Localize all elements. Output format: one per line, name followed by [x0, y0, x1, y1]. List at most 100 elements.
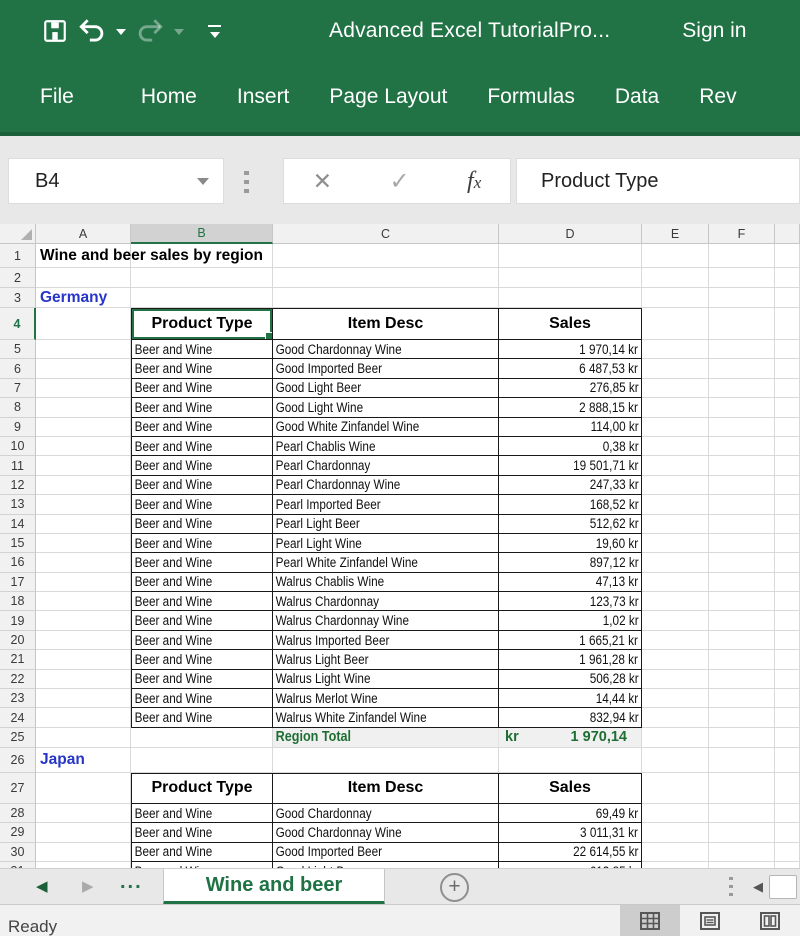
cell-B22[interactable]: Beer and Wine [131, 670, 273, 689]
cell-D20[interactable]: 1 665,21 kr [499, 631, 642, 650]
cell-A28[interactable] [36, 804, 131, 823]
cell-G11[interactable] [775, 456, 800, 475]
cell-A15[interactable] [36, 534, 131, 553]
cell-D19[interactable]: 1,02 kr [499, 611, 642, 630]
cell-C17[interactable]: Walrus Chablis Wine [273, 573, 499, 592]
cell-C26[interactable] [273, 748, 499, 773]
row-header-22[interactable]: 22 [0, 670, 36, 689]
cell-D5[interactable]: 1 970,14 kr [499, 340, 642, 359]
cell-B8[interactable]: Beer and Wine [131, 398, 273, 417]
cell-D3[interactable] [499, 288, 642, 308]
cell-D29[interactable]: 3 011,31 kr [499, 823, 642, 842]
cell-G15[interactable] [775, 534, 800, 553]
cell-A7[interactable] [36, 379, 131, 398]
insert-function-icon[interactable]: fx [467, 168, 481, 195]
cell-G22[interactable] [775, 670, 800, 689]
row-header-24[interactable]: 24 [0, 708, 36, 727]
cell-E29[interactable] [642, 823, 709, 842]
row-header-14[interactable]: 14 [0, 515, 36, 534]
cell-B27[interactable]: Product Type [131, 773, 273, 804]
ribbon-tab-insert[interactable]: Insert [237, 85, 290, 109]
cell-D11[interactable]: 19 501,71 kr [499, 456, 642, 475]
cell-F20[interactable] [709, 631, 775, 650]
row-header-11[interactable]: 11 [0, 456, 36, 475]
cell-D2[interactable] [499, 268, 642, 288]
cell-B11[interactable]: Beer and Wine [131, 456, 273, 475]
cell-G27[interactable] [775, 773, 800, 804]
cell-B17[interactable]: Beer and Wine [131, 573, 273, 592]
cell-D27[interactable]: Sales [499, 773, 642, 804]
row-header-19[interactable]: 19 [0, 611, 36, 630]
cancel-icon[interactable]: ✕ [313, 168, 332, 195]
cell-G9[interactable] [775, 418, 800, 437]
row-header-20[interactable]: 20 [0, 631, 36, 650]
row-header-8[interactable]: 8 [0, 398, 36, 417]
tabbar-resize-handle[interactable] [729, 877, 733, 897]
cell-F1[interactable] [709, 244, 775, 268]
cell-C7[interactable]: Good Light Beer [273, 379, 499, 398]
row-header-1[interactable]: 1 [0, 244, 36, 268]
cell-G21[interactable] [775, 650, 800, 669]
formula-bar[interactable]: Product Type [516, 158, 800, 204]
cell-B28[interactable]: Beer and Wine [131, 804, 273, 823]
cell-E17[interactable] [642, 573, 709, 592]
cell-G16[interactable] [775, 553, 800, 572]
column-header-partial[interactable] [775, 224, 800, 244]
cell-E22[interactable] [642, 670, 709, 689]
row-header-30[interactable]: 30 [0, 843, 36, 862]
cell-F5[interactable] [709, 340, 775, 359]
scroll-left-icon[interactable]: ◀ [753, 879, 763, 895]
cell-A5[interactable] [36, 340, 131, 359]
row-header-12[interactable]: 12 [0, 476, 36, 495]
column-header-a[interactable]: A [36, 224, 131, 244]
cell-B16[interactable]: Beer and Wine [131, 553, 273, 572]
cell-F2[interactable] [709, 268, 775, 288]
cell-F3[interactable] [709, 288, 775, 308]
cell-E9[interactable] [642, 418, 709, 437]
cell-E14[interactable] [642, 515, 709, 534]
cell-A11[interactable] [36, 456, 131, 475]
cell-E21[interactable] [642, 650, 709, 669]
cell-A6[interactable] [36, 359, 131, 378]
cell-C11[interactable]: Pearl Chardonnay [273, 456, 499, 475]
cell-E15[interactable] [642, 534, 709, 553]
cell-B30[interactable]: Beer and Wine [131, 843, 273, 862]
ribbon-tab-page-layout[interactable]: Page Layout [329, 85, 447, 109]
cell-F13[interactable] [709, 495, 775, 514]
cell-D17[interactable]: 47,13 kr [499, 573, 642, 592]
cell-B25[interactable] [131, 728, 273, 748]
cell-B10[interactable]: Beer and Wine [131, 437, 273, 456]
cell-F30[interactable] [709, 843, 775, 862]
cell-A25[interactable] [36, 728, 131, 748]
cell-C28[interactable]: Good Chardonnay [273, 804, 499, 823]
cell-B9[interactable]: Beer and Wine [131, 418, 273, 437]
cell-A17[interactable] [36, 573, 131, 592]
cell-A22[interactable] [36, 670, 131, 689]
cell-E26[interactable] [642, 748, 709, 773]
cell-F15[interactable] [709, 534, 775, 553]
cell-E12[interactable] [642, 476, 709, 495]
cell-A9[interactable] [36, 418, 131, 437]
save-icon[interactable] [42, 18, 68, 44]
cell-C15[interactable]: Pearl Light Wine [273, 534, 499, 553]
cell-A2[interactable] [36, 268, 131, 288]
cell-D12[interactable]: 247,33 kr [499, 476, 642, 495]
cell-D25[interactable]: kr1 970,14 [499, 728, 642, 748]
sheet-nav-left-icon[interactable]: ◀ [36, 878, 48, 896]
cell-G12[interactable] [775, 476, 800, 495]
cell-F25[interactable] [709, 728, 775, 748]
cell-G29[interactable] [775, 823, 800, 842]
cell-F29[interactable] [709, 823, 775, 842]
cell-G4[interactable] [775, 308, 800, 340]
row-header-28[interactable]: 28 [0, 804, 36, 823]
name-box-dropdown-icon[interactable] [197, 178, 209, 185]
normal-view-button[interactable] [620, 905, 680, 936]
cell-G17[interactable] [775, 573, 800, 592]
cell-G2[interactable] [775, 268, 800, 288]
row-header-10[interactable]: 10 [0, 437, 36, 456]
row-header-9[interactable]: 9 [0, 418, 36, 437]
cell-F14[interactable] [709, 515, 775, 534]
column-header-f[interactable]: F [709, 224, 775, 244]
cell-E24[interactable] [642, 708, 709, 727]
cell-C3[interactable] [273, 288, 499, 308]
